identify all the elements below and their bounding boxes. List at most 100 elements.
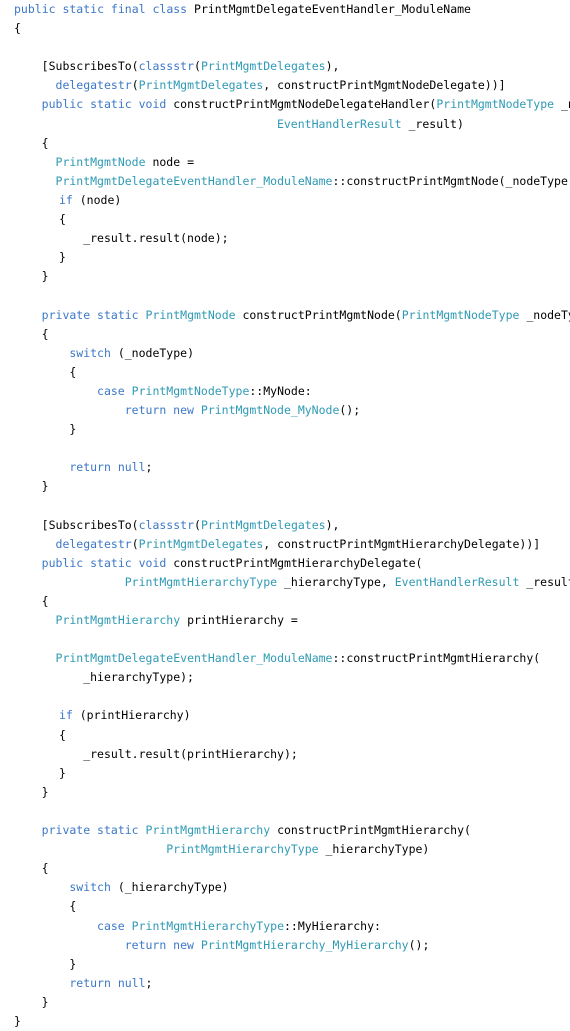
code-line: [SubscribesTo(classstr(PrintMgmtDelegate…: [0, 57, 570, 76]
code-line: if (printHierarchy): [0, 706, 570, 725]
code-token-plain: }: [58, 250, 66, 265]
code-token-plain: [SubscribesTo(: [41, 59, 139, 74]
code-token-plain: printHierarchy =: [180, 613, 298, 627]
code-line: {: [0, 897, 570, 916]
code-token-type: PrintMgmtNodeType: [401, 307, 520, 322]
code-line: }: [0, 477, 570, 496]
code-viewer[interactable]: public static final class PrintMgmtDeleg…: [0, 0, 570, 1028]
code-line: }: [0, 764, 570, 783]
code-token-plain: ();: [339, 402, 361, 417]
code-token-plain: constructPrintMgmtHierarchy(: [270, 823, 471, 838]
code-line: }: [0, 783, 570, 802]
code-line: _result.result(node);: [0, 229, 570, 248]
code-token-kw: return null: [69, 460, 146, 475]
code-token-type: EventHandlerResult: [276, 116, 402, 131]
code-line: }: [0, 267, 570, 286]
code-line: return null;: [0, 974, 570, 993]
code-token-kw: classstr: [138, 517, 194, 532]
code-token-kw: if: [58, 192, 73, 207]
code-token-plain: (_hierarchyType): [110, 880, 229, 895]
code-token-plain: PrintMgmtDelegateEventHandler_ModuleName: [194, 2, 471, 16]
code-line: private static PrintMgmtHierarchy constr…: [0, 821, 570, 840]
code-token-type: PrintMgmtNode: [55, 154, 146, 169]
code-line: [SubscribesTo(classstr(PrintMgmtDelegate…: [0, 516, 570, 535]
code-token-kw: return null: [69, 975, 146, 990]
code-token-plain: }: [41, 269, 49, 284]
code-token-plain: , constructPrintMgmtHierarchyDelegate))]: [263, 536, 541, 551]
code-line: PrintMgmtHierarchy printHierarchy =: [0, 611, 570, 630]
code-token-plain: }: [58, 765, 66, 780]
code-line: switch (_nodeType): [0, 344, 570, 363]
code-token-plain: }: [41, 479, 49, 494]
code-token-kw: delegatestr: [55, 536, 132, 551]
code-token-plain: ();: [408, 937, 430, 952]
code-token-kw: private static: [41, 823, 146, 838]
code-token-kw: delegatestr: [55, 78, 132, 93]
code-line: PrintMgmtDelegateEventHandler_ModuleName…: [0, 172, 570, 191]
code-token-plain: _nodeType): [526, 307, 570, 322]
code-line: return null;: [0, 458, 570, 477]
code-token-kw: case: [97, 918, 125, 933]
code-token-plain: ::constructPrintMgmtNode(_nodeType);: [332, 173, 570, 188]
code-token-plain: {: [41, 593, 49, 608]
code-line: }: [0, 955, 570, 974]
code-token-plain: ::MyHierarchy:: [284, 918, 381, 933]
code-token-plain: , constructPrintMgmtNodeDelegate))]: [263, 78, 506, 93]
code-token-plain: {: [41, 326, 49, 341]
code-token-kw: case: [97, 383, 125, 398]
code-line: {: [0, 592, 570, 611]
code-token-plain: {: [58, 727, 66, 742]
code-line: {: [0, 726, 570, 745]
code-line: PrintMgmtHierarchyType _hierarchyType, E…: [0, 573, 570, 592]
code-line: return new PrintMgmtNode_MyNode();: [0, 401, 570, 420]
code-token-plain: }: [14, 1013, 21, 1028]
code-token-plain: _hierarchyType): [318, 842, 430, 857]
code-line: return new PrintMgmtHierarchy_MyHierarch…: [0, 936, 570, 955]
code-line: _hierarchyType);: [0, 668, 570, 687]
code-token-kw: return new: [124, 402, 201, 417]
code-line: {: [0, 859, 570, 878]
code-token-plain: (printHierarchy): [72, 708, 191, 723]
code-token-type: PrintMgmtHierarchyType: [124, 574, 278, 589]
code-token-type: PrintMgmtNodeType: [131, 383, 250, 398]
code-line: delegatestr(PrintMgmtDelegates, construc…: [0, 535, 570, 554]
code-line: }: [0, 1012, 570, 1031]
code-token-type: PrintMgmtDelegateEventHandler_ModuleName: [55, 651, 333, 666]
code-line: {: [0, 210, 570, 229]
code-token-plain: constructPrintMgmtNodeDelegateHandler(: [173, 97, 437, 112]
code-token-kw: switch: [69, 345, 111, 360]
code-token-plain: _result.result(node);: [83, 231, 229, 246]
code-token-plain: (: [194, 517, 201, 532]
code-token-kw: public static void: [41, 555, 174, 570]
code-token-plain: _result): [401, 116, 464, 131]
code-token-plain: ),: [325, 59, 340, 74]
code-line: case PrintMgmtNodeType::MyNode:: [0, 382, 570, 401]
code-line: }: [0, 420, 570, 439]
code-token-type: PrintMgmtHierarchyType: [166, 842, 319, 857]
code-token-plain: ::constructPrintMgmtHierarchy(: [332, 651, 541, 666]
code-token-plain: [SubscribesTo(: [41, 517, 139, 532]
code-token-type: PrintMgmtNodeType: [436, 97, 555, 112]
code-token-type: EventHandlerResult: [394, 574, 520, 589]
code-token-plain: }: [41, 994, 49, 1009]
code-token-plain: {: [41, 135, 49, 150]
code-token-kw: classstr: [138, 59, 194, 74]
code-line: EventHandlerResult _result): [0, 115, 570, 134]
code-token-kw: return new: [124, 937, 201, 952]
code-line: if (node): [0, 191, 570, 210]
code-token-type: PrintMgmtNode: [145, 307, 236, 322]
code-token-plain: {: [69, 364, 77, 379]
code-token-plain: _result): [526, 574, 570, 589]
code-token-type: PrintMgmtDelegates: [138, 78, 264, 93]
code-line: PrintMgmtNode node =: [0, 153, 570, 172]
code-token-plain: (_nodeType): [110, 345, 194, 360]
code-line: {: [0, 19, 570, 38]
code-token-type: PrintMgmtDelegates: [138, 536, 264, 551]
